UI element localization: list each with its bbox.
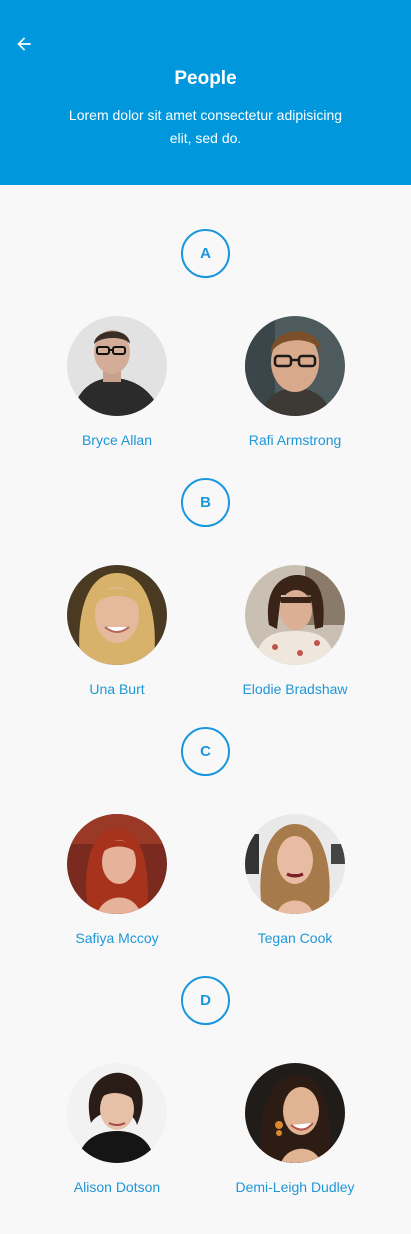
avatar (67, 565, 167, 665)
avatar (245, 814, 345, 914)
person-card[interactable]: Elodie Bradshaw (205, 565, 385, 698)
section-letter-badge: D (181, 976, 230, 1025)
section-letter-badge: A (181, 229, 230, 278)
person-name: Alison Dotson (73, 1179, 161, 1195)
person-card[interactable]: Rafi Armstrong (205, 316, 385, 449)
avatar (67, 316, 167, 416)
section-letter-badge: B (181, 478, 230, 527)
section-letter-badge: C (181, 727, 230, 776)
person-card[interactable]: Alison Dotson (27, 1063, 207, 1196)
section-d: D Alison Dotson Demi-Leigh Dudley (0, 932, 411, 1195)
section-a: A Bryce Allan Rafi Armstrong (0, 185, 411, 448)
avatar (245, 1063, 345, 1163)
page-title: People (174, 68, 237, 89)
avatar (245, 565, 345, 665)
header: People Lorem dolor sit amet consectetur … (0, 0, 411, 185)
avatar (67, 1063, 167, 1163)
person-card[interactable]: Bryce Allan (27, 316, 207, 449)
avatar (67, 814, 167, 914)
back-button[interactable] (11, 31, 37, 57)
arrow-left-icon (17, 37, 31, 51)
person-name: Demi-Leigh Dudley (235, 1179, 355, 1195)
page-subtitle: Lorem dolor sit amet consectetur adipisi… (68, 107, 343, 146)
avatar (245, 316, 345, 416)
person-card[interactable]: Demi-Leigh Dudley (205, 1063, 385, 1196)
section-b: B Una Burt Elodie Bradshaw (0, 434, 411, 697)
person-card[interactable]: Tegan Cook (205, 814, 385, 947)
person-card[interactable]: Safiya Mccoy (27, 814, 207, 947)
section-c: C Safiya Mccoy Tegan Cook (0, 683, 411, 946)
person-card[interactable]: Una Burt (27, 565, 207, 698)
